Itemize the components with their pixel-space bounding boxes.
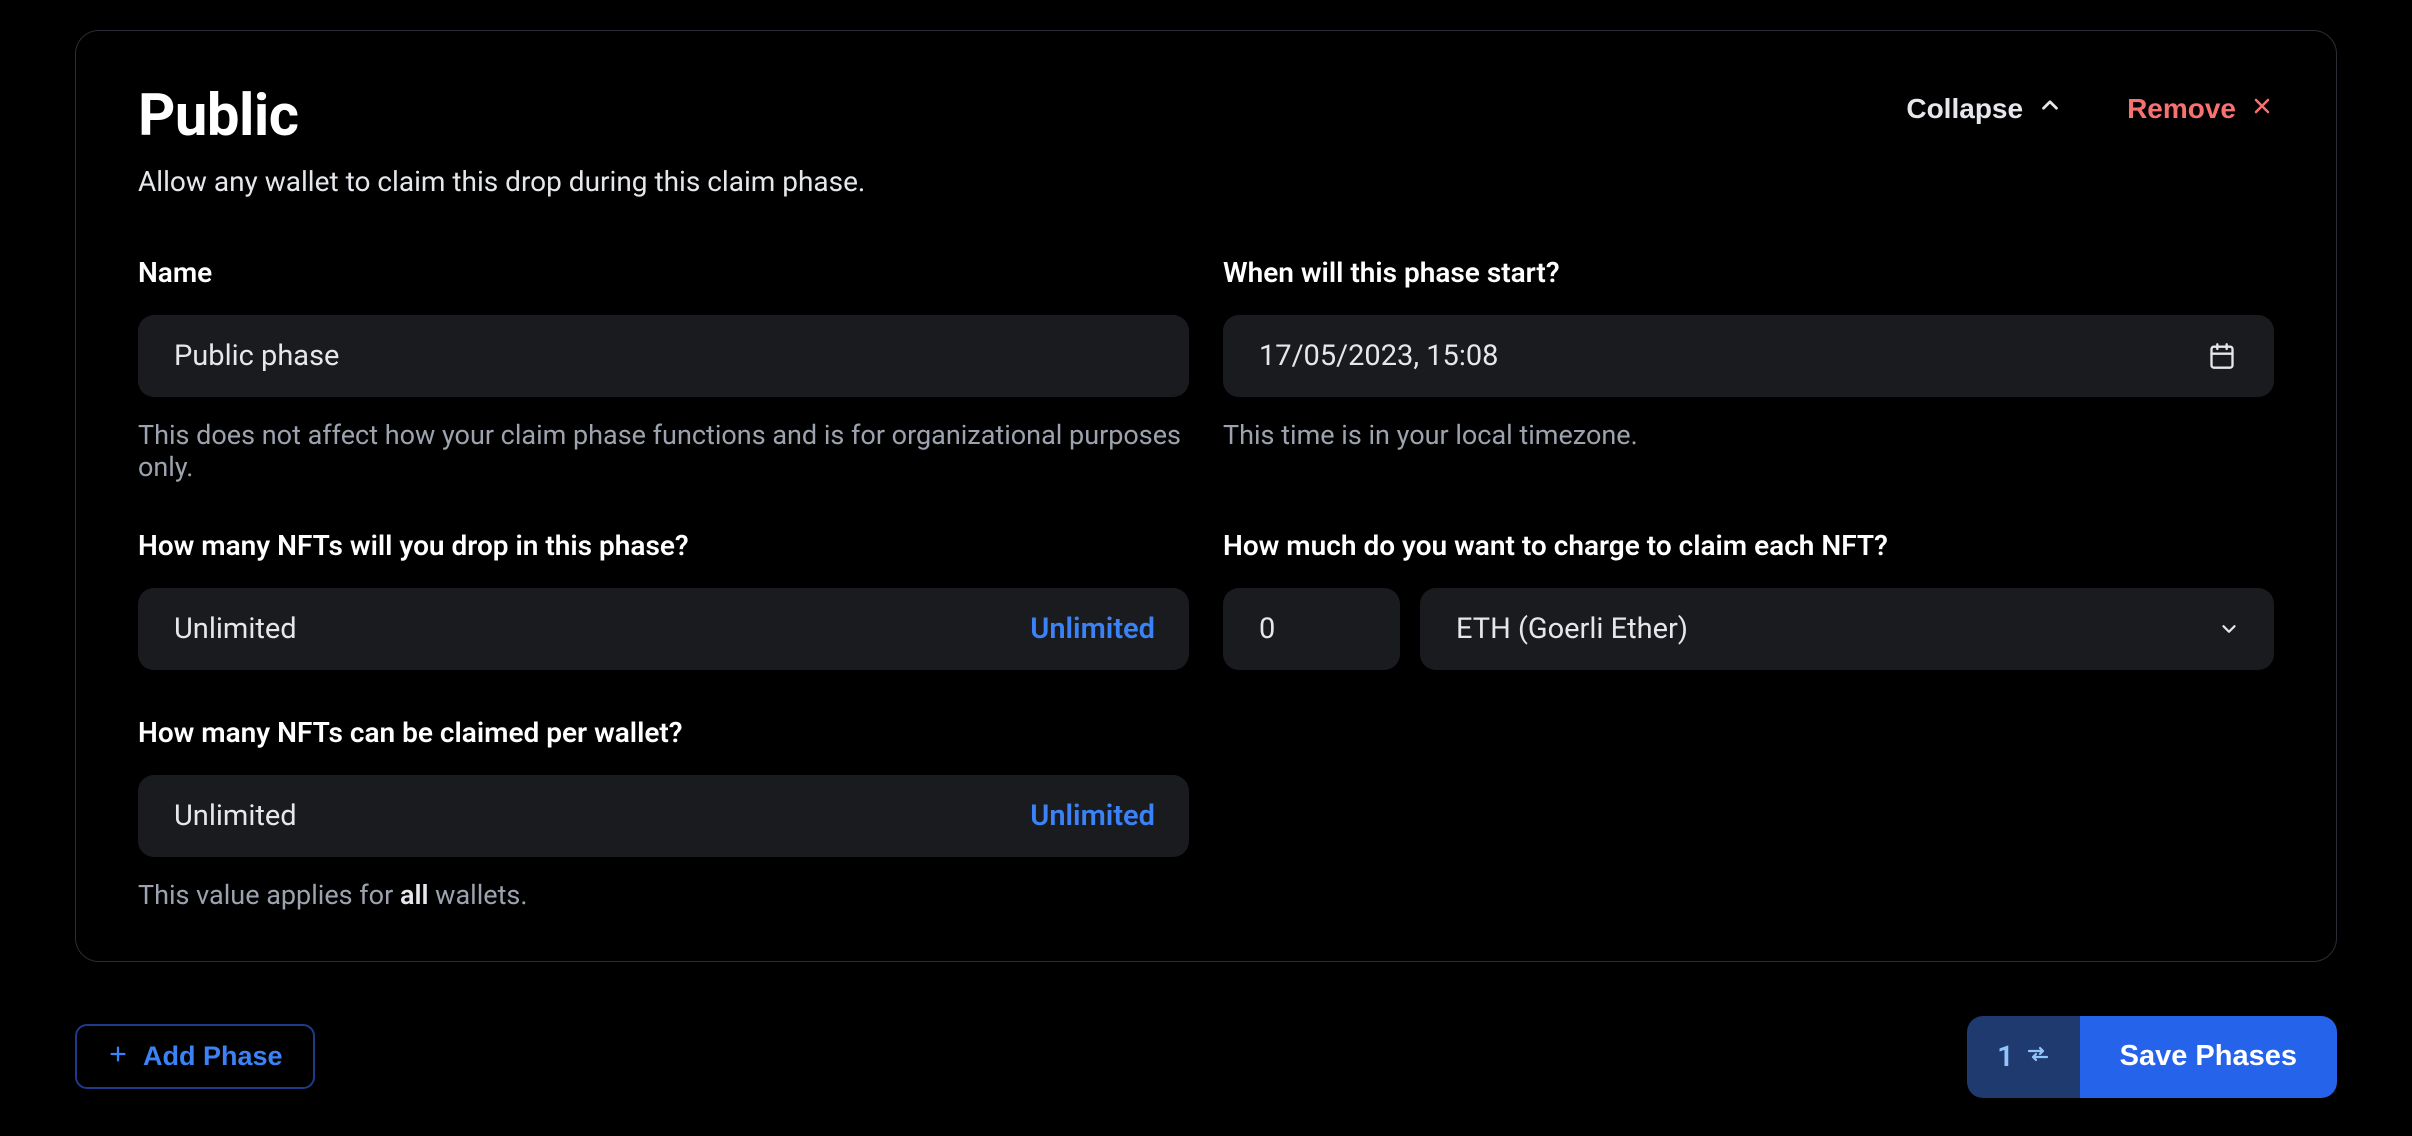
per-wallet-helper-prefix: This value applies for	[138, 879, 400, 911]
price-label: How much do you want to charge to claim …	[1223, 529, 2274, 562]
start-field: When will this phase start? This time is…	[1223, 256, 2274, 483]
plus-icon	[107, 1041, 129, 1072]
footer-right: 1 Save Phases	[1967, 1016, 2337, 1098]
close-icon	[2250, 93, 2274, 125]
pending-count: 1	[1997, 1040, 2014, 1074]
per-wallet-field: How many NFTs can be claimed per wallet?…	[138, 716, 1189, 911]
remove-label: Remove	[2127, 93, 2236, 125]
save-phases-button[interactable]: Save Phases	[2080, 1016, 2337, 1098]
per-wallet-wrap: Unlimited	[138, 775, 1189, 857]
per-wallet-helper-suffix: wallets.	[428, 879, 527, 911]
empty-cell	[1223, 716, 2274, 911]
price-field: How much do you want to charge to claim …	[1223, 529, 2274, 670]
nft-count-label: How many NFTs will you drop in this phas…	[138, 529, 1189, 562]
currency-select[interactable]: ETH (Goerli Ether)	[1420, 588, 2274, 670]
nft-count-field: How many NFTs will you drop in this phas…	[138, 529, 1189, 670]
pending-count-badge: 1	[1967, 1016, 2080, 1098]
per-wallet-helper-bold: all	[400, 879, 429, 911]
nft-count-unlimited-button[interactable]: Unlimited	[1030, 612, 1155, 646]
phase-subtitle: Allow any wallet to claim this drop duri…	[138, 165, 865, 198]
collapse-label: Collapse	[1906, 93, 2023, 125]
phase-card: Public Allow any wallet to claim this dr…	[75, 30, 2337, 962]
header-actions: Collapse Remove	[1906, 86, 2274, 125]
per-wallet-unlimited-button[interactable]: Unlimited	[1030, 799, 1155, 833]
title-group: Public Allow any wallet to claim this dr…	[138, 86, 865, 198]
price-row: ETH (Goerli Ether)	[1223, 588, 2274, 670]
start-input-wrap	[1223, 315, 2274, 397]
remove-button[interactable]: Remove	[2127, 93, 2274, 125]
footer: Add Phase 1 Save Phases	[75, 1016, 2337, 1098]
phase-title: Public	[138, 86, 865, 147]
currency-select-wrap: ETH (Goerli Ether)	[1420, 588, 2274, 670]
chevron-up-icon	[2037, 92, 2063, 125]
start-label: When will this phase start?	[1223, 256, 2274, 289]
nft-count-wrap: Unlimited	[138, 588, 1189, 670]
form-grid: Name This does not affect how your claim…	[138, 256, 2274, 911]
currency-value: ETH (Goerli Ether)	[1456, 612, 1688, 646]
start-helper: This time is in your local timezone.	[1223, 419, 2274, 451]
add-phase-label: Add Phase	[143, 1041, 283, 1072]
name-helper: This does not affect how your claim phas…	[138, 419, 1189, 483]
name-field: Name This does not affect how your claim…	[138, 256, 1189, 483]
per-wallet-label: How many NFTs can be claimed per wallet?	[138, 716, 1189, 749]
card-header: Public Allow any wallet to claim this dr…	[138, 86, 2274, 198]
collapse-button[interactable]: Collapse	[1906, 92, 2063, 125]
add-phase-button[interactable]: Add Phase	[75, 1024, 315, 1089]
start-input[interactable]	[1223, 315, 2274, 397]
price-input[interactable]	[1223, 588, 1400, 670]
name-label: Name	[138, 256, 1189, 289]
per-wallet-helper: This value applies for all wallets.	[138, 879, 1189, 911]
name-input[interactable]	[138, 315, 1189, 397]
swap-icon	[2026, 1040, 2050, 1074]
